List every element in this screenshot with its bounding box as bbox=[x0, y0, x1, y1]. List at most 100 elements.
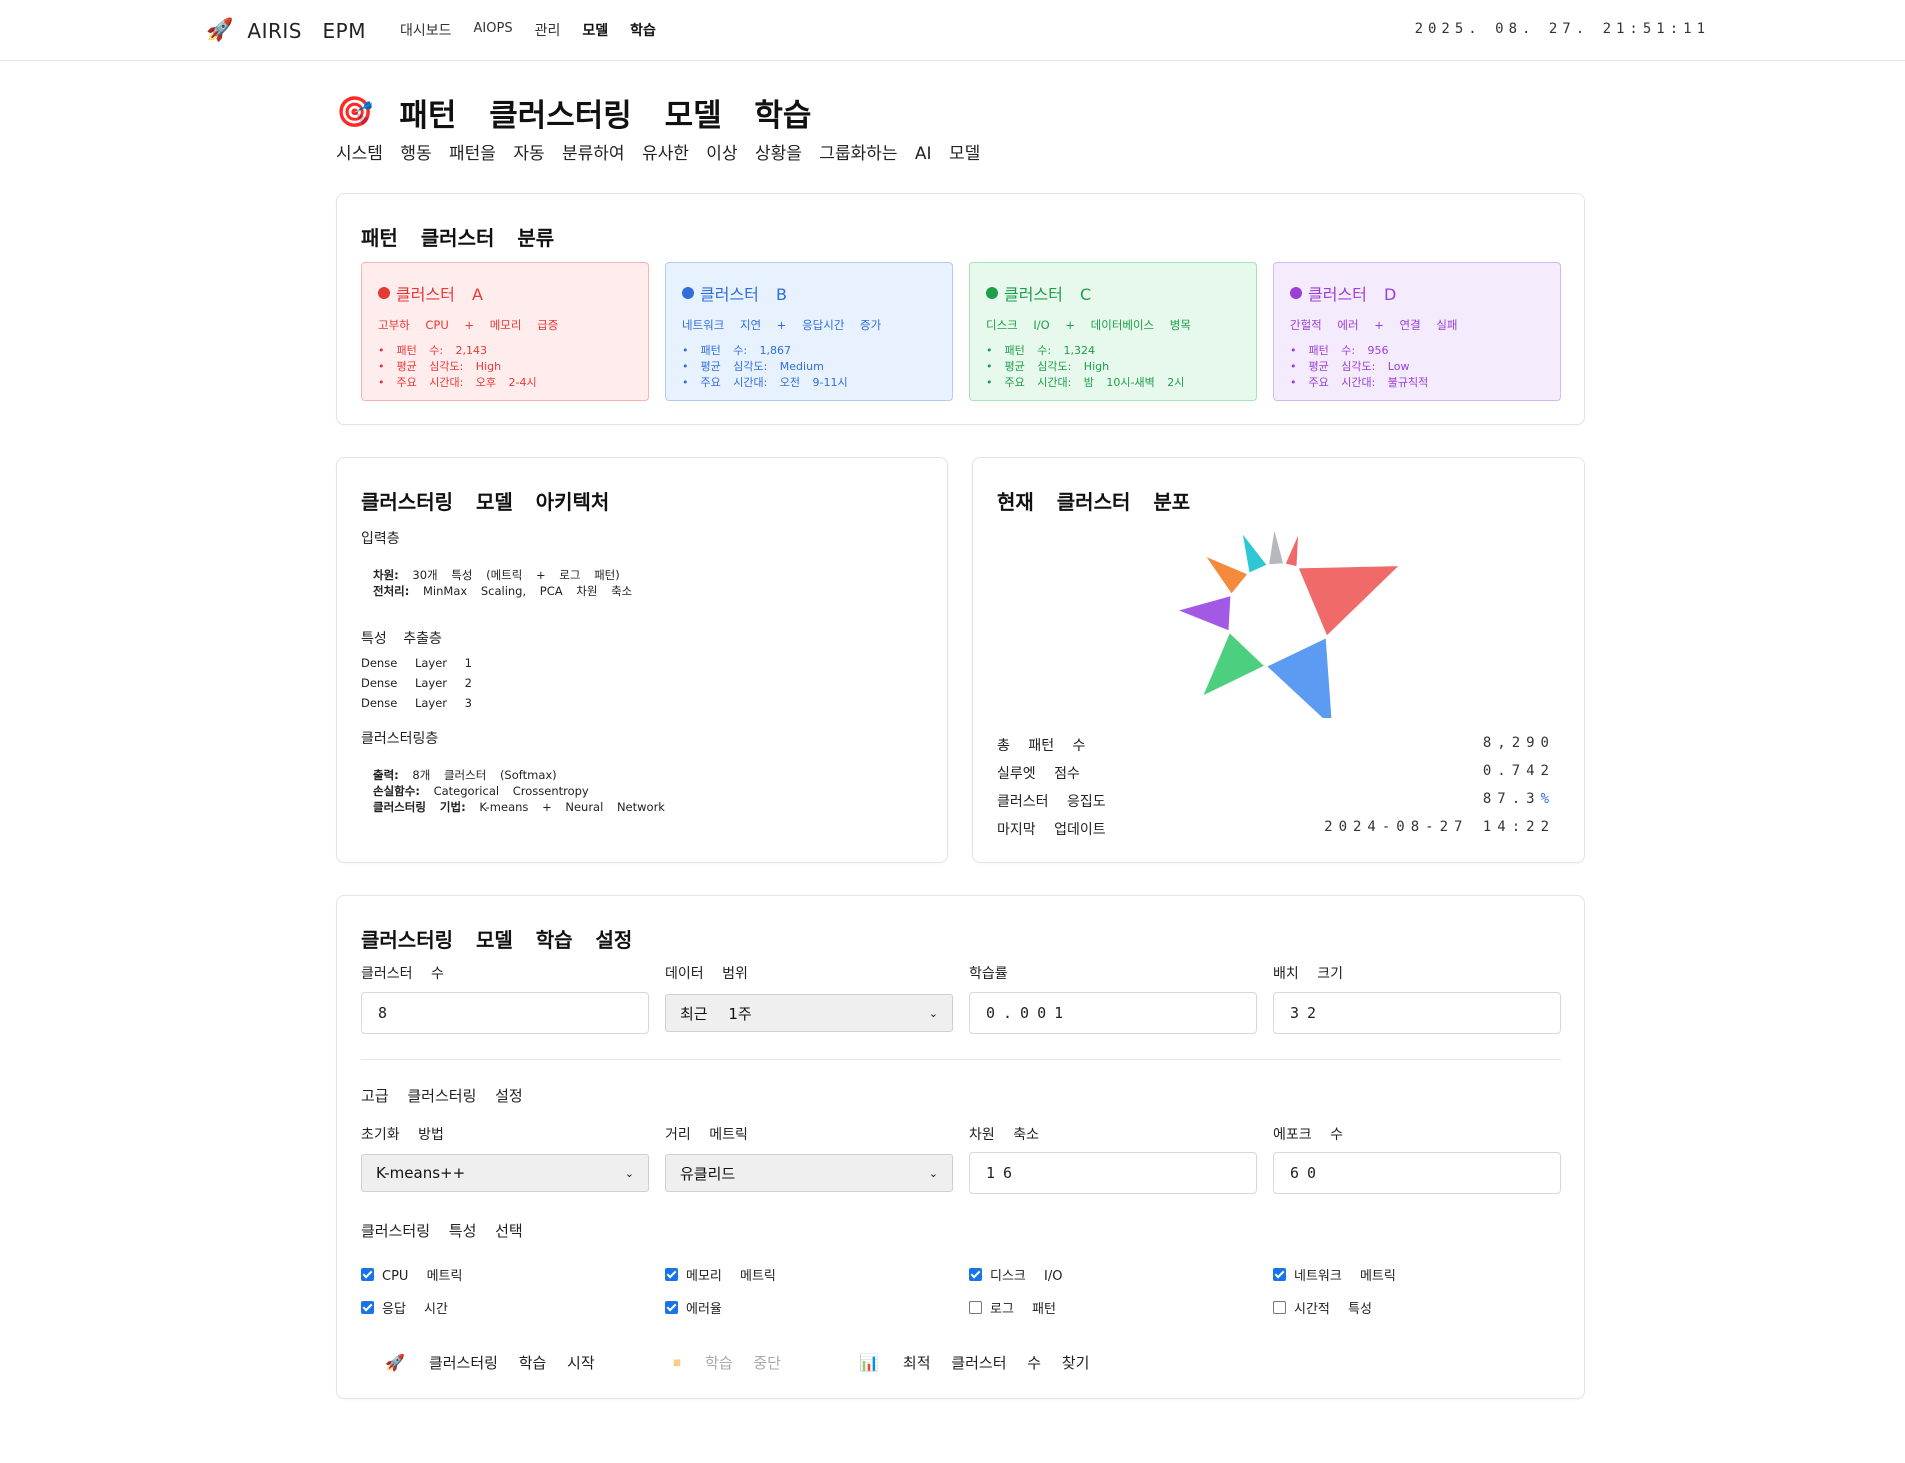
chevron-down-icon: ⌄ bbox=[928, 1006, 938, 1020]
checkbox-checked-icon[interactable] bbox=[361, 1301, 374, 1314]
cohesion-value: 87.3% bbox=[1482, 791, 1555, 807]
advanced-field-1-select[interactable]: K-means++ ⌄ bbox=[361, 1154, 649, 1192]
technique-line: 클러스터링 기법: K-means + Neural Network bbox=[373, 800, 665, 814]
checkbox-checked-icon[interactable] bbox=[665, 1268, 678, 1281]
cluster-detail-item: 평균 심각도: High bbox=[986, 359, 1240, 375]
cluster-layer-label: 클러스터링층 bbox=[361, 731, 439, 747]
checkbox-checked-icon[interactable] bbox=[361, 1268, 374, 1281]
nav-item-training[interactable]: 학습 bbox=[630, 20, 656, 40]
action-label: 클러스터링 학습 시작 bbox=[428, 1354, 595, 1372]
nav-item-dashboard[interactable]: 대시보드 bbox=[400, 20, 452, 40]
advanced-field-4-input[interactable]: 60 bbox=[1273, 1152, 1561, 1194]
find-optimal-clusters-button[interactable]: 📊 최적 클러스터 수 찾기 bbox=[859, 1352, 1089, 1373]
feature-checkbox-8[interactable]: 시간적 특성 bbox=[1273, 1298, 1372, 1317]
cluster-box-d[interactable]: 클러스터 D 간헐적 에러 + 연결 실패패턴 수: 956평균 심각도: Low… bbox=[1273, 262, 1561, 401]
cluster-distribution-chart bbox=[1172, 525, 1404, 718]
training-field-2-select[interactable]: 최근 1주 ⌄ bbox=[665, 994, 953, 1032]
feature-checkbox-2[interactable]: 메모리 메트릭 bbox=[665, 1265, 776, 1284]
feature-checkbox-1[interactable]: CPU 메트릭 bbox=[361, 1265, 462, 1284]
checkbox-unchecked-icon[interactable] bbox=[1273, 1301, 1286, 1314]
cluster-details: 패턴 수: 2,143평균 심각도: High주요 시간대: 오후 2-4시 bbox=[378, 343, 632, 391]
start-training-button[interactable]: 🚀 클러스터링 학습 시작 bbox=[385, 1352, 595, 1373]
checkbox-unchecked-icon[interactable] bbox=[969, 1301, 982, 1314]
cluster-detail-item: 주요 시간대: 오전 9-11시 bbox=[682, 375, 936, 391]
training-field-4-input[interactable]: 32 bbox=[1273, 992, 1561, 1034]
cluster-classification-title: 패턴 클러스터 분류 bbox=[361, 226, 555, 250]
feature-checkbox-7[interactable]: 로그 패턴 bbox=[969, 1298, 1056, 1317]
cluster-details: 패턴 수: 1,324평균 심각도: High주요 시간대: 밤 10시-새벽 … bbox=[986, 343, 1240, 391]
rocket-icon: 🚀 bbox=[206, 18, 234, 43]
output-line: 출력: 8개 클러스터 (Softmax) bbox=[373, 768, 557, 782]
advanced-field-2-selected-value: 유클리드 bbox=[680, 1164, 736, 1183]
nav-item-model[interactable]: 모델 bbox=[582, 20, 608, 40]
cluster-detail-item: 주요 시간대: 불규칙적 bbox=[1290, 375, 1544, 391]
checkbox-checked-icon[interactable] bbox=[1273, 1268, 1286, 1281]
advanced-settings-title: 고급 클러스터링 설정 bbox=[361, 1087, 523, 1105]
training-field-3-input[interactable]: 0.001 bbox=[969, 992, 1257, 1034]
cluster-description: 디스크 I/O + 데이터베이스 병목 bbox=[986, 318, 1191, 332]
distribution-card: 현재 클러스터 분포 총 패턴 수 8,290 실루엣 점수 0.742 클러스터 … bbox=[972, 457, 1585, 863]
clock: 2025. 08. 27. 21:51:11 bbox=[1414, 21, 1710, 37]
cluster-name: 클러스터 C bbox=[986, 281, 1240, 305]
cluster-detail-item: 패턴 수: 1,867 bbox=[682, 343, 936, 359]
cluster-name-label: 클러스터 D bbox=[1308, 285, 1397, 304]
cluster-description: 간헐적 에러 + 연결 실패 bbox=[1290, 318, 1458, 332]
target-icon: 🎯 bbox=[336, 95, 374, 130]
chevron-down-icon: ⌄ bbox=[624, 1166, 634, 1180]
stop-training-button[interactable]: ⏹ 학습 중단 bbox=[673, 1352, 781, 1373]
nav-item-admin[interactable]: 관리 bbox=[535, 20, 561, 40]
architecture-title: 클러스터링 모델 아키텍처 bbox=[361, 490, 610, 514]
dense-layer-2: Dense Layer 2 bbox=[361, 676, 472, 690]
cluster-box-c[interactable]: 클러스터 C 디스크 I/O + 데이터베이스 병목패턴 수: 1,324평균 심… bbox=[969, 262, 1257, 401]
distribution-title: 현재 클러스터 분포 bbox=[997, 490, 1191, 514]
action-label: 학습 중단 bbox=[705, 1354, 781, 1372]
cluster-name-label: 클러스터 C bbox=[1004, 285, 1092, 304]
training-settings-card: 클러스터링 모델 학습 설정 클러스터 수 8 데이터 범위 최근 1주 ⌄ 학습률 0.0… bbox=[336, 895, 1585, 1399]
cluster-dot-icon bbox=[682, 287, 694, 299]
dense-layer-1: Dense Layer 1 bbox=[361, 656, 472, 670]
cluster-details: 패턴 수: 1,867평균 심각도: Medium주요 시간대: 오전 9-11… bbox=[682, 343, 936, 391]
architecture-card: 클러스터링 모델 아키텍처 입력층 차원: 30개 특성 (메트릭 + 로그 패… bbox=[336, 457, 948, 863]
chevron-down-icon: ⌄ bbox=[928, 1166, 938, 1180]
checkbox-checked-icon[interactable] bbox=[665, 1301, 678, 1314]
advanced-field-2-select[interactable]: 유클리드 ⌄ bbox=[665, 1154, 953, 1192]
cluster-box-a[interactable]: 클러스터 A 고부하 CPU + 메모리 급증패턴 수: 2,143평균 심각도:… bbox=[361, 262, 649, 401]
nav-item-aiops[interactable]: AIOPS bbox=[474, 21, 513, 40]
advanced-field-4-label: 에포크 수 bbox=[1273, 1127, 1343, 1143]
advanced-field-3-input[interactable]: 16 bbox=[969, 1152, 1257, 1194]
stat-last-update: 마지막 업데이트 2024-08-27 14:22 bbox=[997, 819, 1555, 838]
cluster-detail-item: 주요 시간대: 밤 10시-새벽 2시 bbox=[986, 375, 1240, 391]
cluster-box-b[interactable]: 클러스터 B 네트워크 지연 + 응답시간 증가패턴 수: 1,867평균 심각도… bbox=[665, 262, 953, 401]
feature-checkbox-5[interactable]: 응답 시간 bbox=[361, 1298, 448, 1317]
training-field-1-input[interactable]: 8 bbox=[361, 992, 649, 1034]
chart-slice-7 bbox=[1266, 525, 1286, 567]
input-layer-label: 입력층 bbox=[361, 531, 400, 547]
stop-icon: ⏹ bbox=[673, 1352, 682, 1372]
feature-checkbox-3[interactable]: 디스크 I/O bbox=[969, 1265, 1062, 1284]
cluster-details: 패턴 수: 956평균 심각도: Low주요 시간대: 불규칙적 bbox=[1290, 343, 1544, 391]
input-preprocessing: 전처리: MinMax Scaling, PCA 차원 축소 bbox=[373, 584, 633, 598]
advanced-field-3-label: 차원 축소 bbox=[969, 1127, 1039, 1143]
cluster-detail-item: 패턴 수: 2,143 bbox=[378, 343, 632, 359]
feature-checkbox-6[interactable]: 에러율 bbox=[665, 1298, 722, 1317]
training-settings-title: 클러스터링 모델 학습 설정 bbox=[361, 928, 633, 952]
cluster-detail-item: 주요 시간대: 오후 2-4시 bbox=[378, 375, 632, 391]
cluster-dot-icon bbox=[1290, 287, 1302, 299]
cluster-name: 클러스터 A bbox=[378, 281, 632, 305]
main-nav: 대시보드 AIOPS 관리 모델 학습 bbox=[400, 20, 656, 40]
page-title: 🎯 패턴 클러스터링 모델 학습 bbox=[336, 90, 811, 135]
feature-checkbox-label: 네트워크 메트릭 bbox=[1294, 1269, 1396, 1284]
training-field-4-label: 배치 크기 bbox=[1273, 966, 1343, 982]
cluster-name: 클러스터 B bbox=[682, 281, 936, 305]
chart-slice-1 bbox=[1295, 564, 1404, 639]
feature-layer-label: 특성 추출층 bbox=[361, 631, 442, 647]
brand[interactable]: 🚀 AIRIS EPM bbox=[206, 18, 366, 43]
chart-slice-2 bbox=[1263, 635, 1334, 718]
dense-layer-3: Dense Layer 3 bbox=[361, 696, 472, 710]
top-navigation-bar: 🚀 AIRIS EPM 대시보드 AIOPS 관리 모델 학습 2025. 08… bbox=[0, 0, 1905, 61]
bar-chart-icon: 📊 bbox=[859, 1353, 879, 1372]
advanced-field-1-label: 초기화 방법 bbox=[361, 1127, 444, 1143]
checkbox-checked-icon[interactable] bbox=[969, 1268, 982, 1281]
feature-checkbox-4[interactable]: 네트워크 메트릭 bbox=[1273, 1265, 1396, 1284]
cluster-name-label: 클러스터 A bbox=[396, 285, 483, 304]
